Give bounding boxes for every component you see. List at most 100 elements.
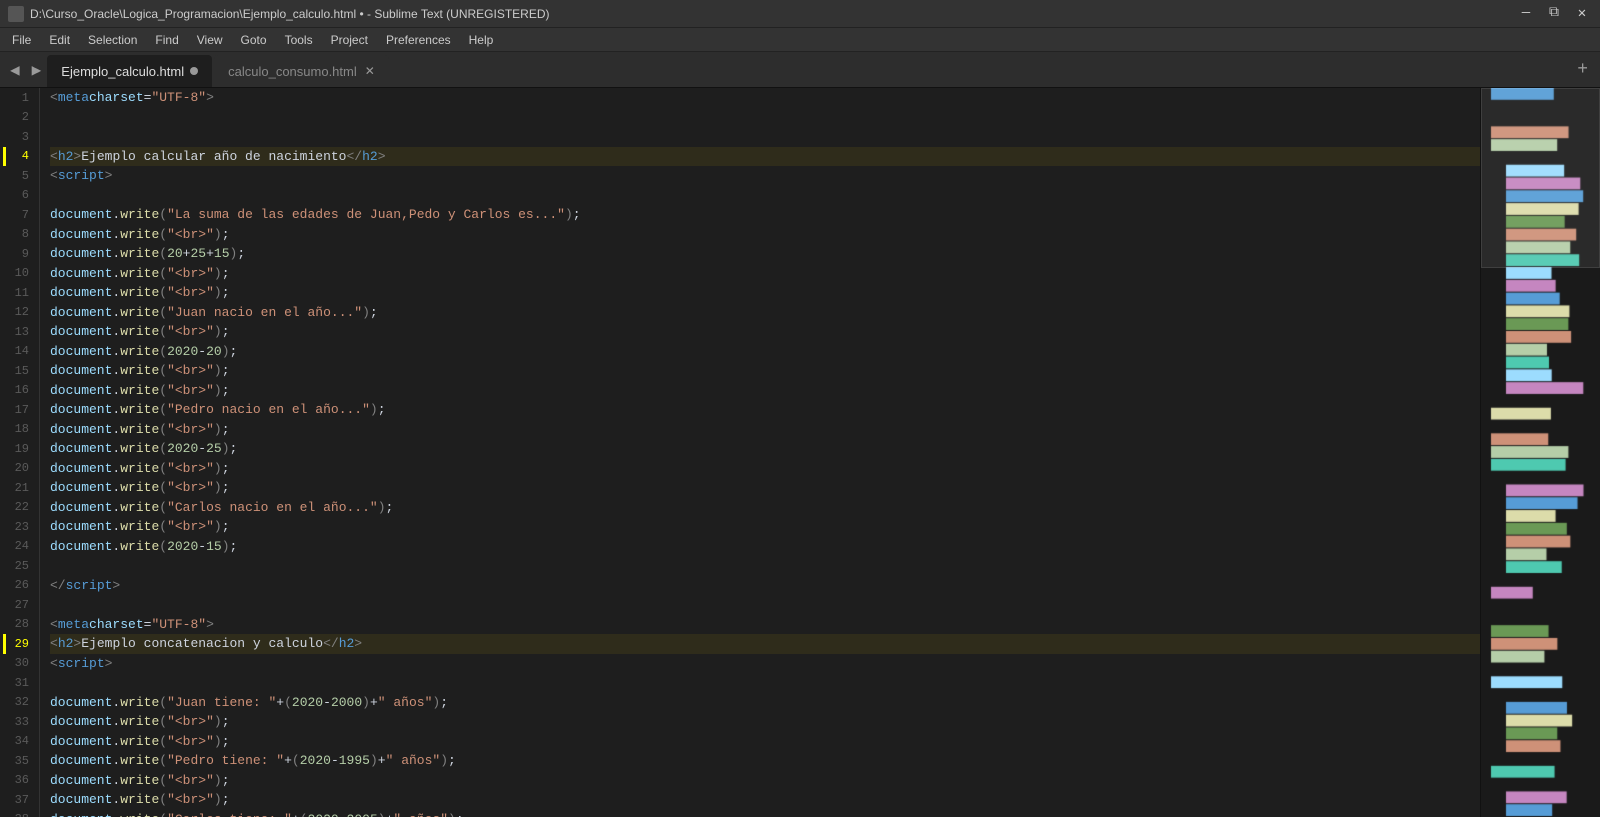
tab-label: Ejemplo_calculo.html [61,64,184,79]
line-number-31: 31 [6,673,29,693]
menu-item-view[interactable]: View [189,31,231,49]
line-number-27: 27 [6,595,29,615]
close-button[interactable]: ✕ [1572,5,1592,22]
title-text: D:\Curso_Oracle\Logica_Programacion\Ejem… [30,7,1516,21]
tab-ejemplo-calculo[interactable]: Ejemplo_calculo.html [47,55,212,87]
line-number-38: 38 [6,810,29,817]
menu-item-help[interactable]: Help [461,31,502,49]
code-line-10: document.write("<br>"); [50,264,1480,284]
line-number-8: 8 [6,225,29,245]
code-content[interactable]: <meta charset="UTF-8"> <h2>Ejemplo calcu… [40,88,1480,817]
line-number-34: 34 [6,732,29,752]
code-line-36: document.write("<br>"); [50,771,1480,791]
line-number-25: 25 [6,556,29,576]
editor-container: 1234567891011121314151617181920212223242… [0,88,1600,817]
line-number-1: 1 [6,88,29,108]
code-line-2 [50,108,1480,128]
tab-modified-dot [190,67,198,75]
menu-item-find[interactable]: Find [147,31,186,49]
line-number-22: 22 [6,498,29,518]
tab-label: calculo_consumo.html [228,64,357,79]
tab-calculo-consumo[interactable]: calculo_consumo.html ✕ [214,55,389,87]
line-number-28: 28 [6,615,29,635]
code-line-28: <meta charset="UTF-8"> [50,615,1480,635]
code-line-13: document.write("<br>"); [50,322,1480,342]
code-line-18: document.write("<br>"); [50,420,1480,440]
code-line-37: document.write("<br>"); [50,790,1480,810]
code-line-23: document.write("<br>"); [50,517,1480,537]
minimap [1480,88,1600,817]
code-line-15: document.write("<br>"); [50,361,1480,381]
line-number-18: 18 [6,420,29,440]
line-number-14: 14 [6,342,29,362]
code-line-12: document.write("Juan nacio en el año..."… [50,303,1480,323]
code-line-8: document.write("<br>"); [50,225,1480,245]
line-number-32: 32 [6,693,29,713]
code-line-19: document.write(2020-25); [50,439,1480,459]
code-line-35: document.write("Pedro tiene: " + (2020-1… [50,751,1480,771]
code-line-3 [50,127,1480,147]
code-line-29: <h2>Ejemplo concatenacion y calculo</h2> [50,634,1480,654]
minimap-viewport[interactable] [1481,88,1600,268]
minimize-button[interactable]: — [1516,5,1536,22]
code-line-27 [50,595,1480,615]
line-number-11: 11 [6,283,29,303]
line-number-33: 33 [6,712,29,732]
code-line-33: document.write("<br>"); [50,712,1480,732]
code-line-14: document.write(2020-20); [50,342,1480,362]
menu-item-edit[interactable]: Edit [41,31,78,49]
code-line-16: document.write("<br>"); [50,381,1480,401]
menu-item-project[interactable]: Project [323,31,376,49]
tab-close-icon[interactable]: ✕ [365,65,375,77]
line-number-15: 15 [6,361,29,381]
code-line-5: <script> [50,166,1480,186]
menu-item-file[interactable]: File [4,31,39,49]
code-line-6 [50,186,1480,206]
code-line-25 [50,556,1480,576]
code-line-7: document.write("La suma de las edades de… [50,205,1480,225]
code-line-26: </script> [50,576,1480,596]
code-line-31 [50,673,1480,693]
code-line-30: <script> [50,654,1480,674]
line-number-29: 29 [6,634,29,654]
line-number-35: 35 [6,751,29,771]
line-number-17: 17 [6,400,29,420]
menu-item-preferences[interactable]: Preferences [378,31,459,49]
maximize-button[interactable]: ⧉ [1544,5,1564,22]
menu-bar: FileEditSelectionFindViewGotoToolsProjec… [0,28,1600,52]
line-number-23: 23 [6,517,29,537]
line-number-6: 6 [6,186,29,206]
new-tab-button[interactable]: + [1569,60,1596,80]
code-line-17: document.write("Pedro nacio en el año...… [50,400,1480,420]
line-number-21: 21 [6,478,29,498]
line-number-30: 30 [6,654,29,674]
line-number-12: 12 [6,303,29,323]
line-number-36: 36 [6,771,29,791]
code-line-32: document.write("Juan tiene: " + (2020-20… [50,693,1480,713]
code-line-21: document.write("<br>"); [50,478,1480,498]
line-number-26: 26 [6,576,29,596]
line-number-37: 37 [6,790,29,810]
tab-nav-back[interactable]: ◀ [4,56,26,84]
window-controls: — ⧉ ✕ [1516,5,1592,22]
line-number-4: 4 [6,147,29,167]
code-line-11: document.write("<br>"); [50,283,1480,303]
line-number-24: 24 [6,537,29,557]
code-line-20: document.write("<br>"); [50,459,1480,479]
line-numbers: 1234567891011121314151617181920212223242… [0,88,40,817]
line-number-16: 16 [6,381,29,401]
menu-item-selection[interactable]: Selection [80,31,145,49]
menu-item-goto[interactable]: Goto [233,31,275,49]
line-number-10: 10 [6,264,29,284]
code-line-22: document.write("Carlos nacio en el año..… [50,498,1480,518]
code-line-1: <meta charset="UTF-8"> [50,88,1480,108]
code-line-4: <h2>Ejemplo calcular año de nacimiento</… [50,147,1480,167]
code-line-24: document.write(2020-15); [50,537,1480,557]
code-line-34: document.write("<br>"); [50,732,1480,752]
line-number-9: 9 [6,244,29,264]
tab-nav-forward[interactable]: ▶ [26,56,48,84]
title-bar: D:\Curso_Oracle\Logica_Programacion\Ejem… [0,0,1600,28]
line-number-20: 20 [6,459,29,479]
line-number-19: 19 [6,439,29,459]
menu-item-tools[interactable]: Tools [277,31,321,49]
